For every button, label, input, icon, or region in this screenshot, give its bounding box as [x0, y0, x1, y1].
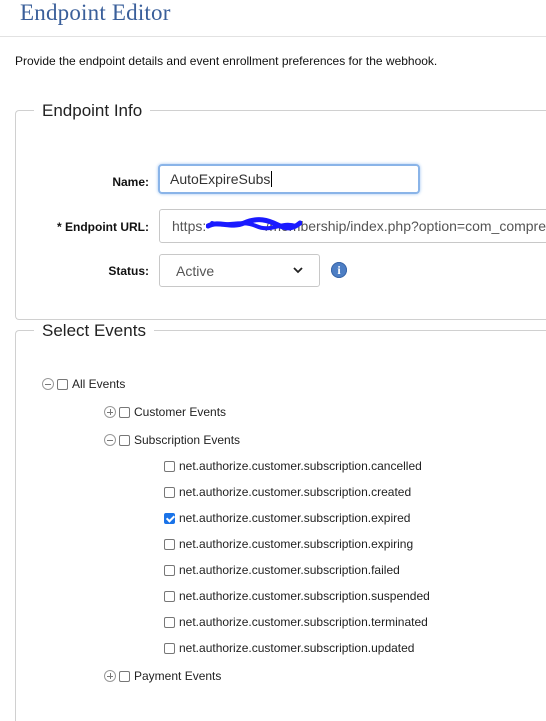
event-checkbox[interactable]: [164, 616, 175, 628]
event-checkbox-checked[interactable]: [164, 512, 175, 524]
intro-text: Provide the endpoint details and event e…: [15, 54, 438, 68]
expand-icon[interactable]: [104, 406, 116, 418]
tree-row-all-events: All Events: [42, 377, 125, 391]
all-events-checkbox[interactable]: [57, 378, 68, 390]
event-label: net.authorize.customer.subscription.expi…: [179, 537, 414, 551]
expand-icon[interactable]: [104, 670, 116, 682]
redaction-scribble: [206, 217, 303, 231]
event-label: net.authorize.customer.subscription.fail…: [179, 563, 400, 577]
select-events-legend: Select Events: [34, 321, 154, 341]
event-checkbox[interactable]: [164, 460, 175, 472]
event-label: net.authorize.customer.subscription.upda…: [179, 641, 415, 655]
tree-row-payment-events: Payment Events: [104, 669, 221, 683]
all-events-label: All Events: [72, 377, 126, 391]
name-input[interactable]: AutoExpireSubs: [158, 164, 420, 194]
status-selected-value: Active: [176, 262, 215, 279]
event-item: net.authorize.customer.subscription.crea…: [164, 485, 411, 499]
url-prefix: https:: [172, 218, 207, 234]
event-label: net.authorize.customer.subscription.susp…: [179, 589, 430, 603]
tree-row-subscription-events: Subscription Events: [104, 433, 240, 447]
text-caret: [271, 171, 273, 187]
endpoint-url-input[interactable]: https: /membership/index.php?option=com_…: [159, 209, 546, 243]
event-checkbox[interactable]: [164, 590, 175, 602]
subscription-events-label: Subscription Events: [134, 433, 241, 447]
name-input-value: AutoExpireSubs: [170, 171, 271, 187]
event-item: net.authorize.customer.subscription.expi…: [164, 537, 413, 551]
payment-events-label: Payment Events: [134, 669, 222, 683]
collapse-icon[interactable]: [104, 434, 116, 446]
event-label: net.authorize.customer.subscription.term…: [179, 615, 428, 629]
name-label: Name:: [112, 175, 149, 189]
event-label: net.authorize.customer.subscription.crea…: [179, 485, 412, 499]
info-icon[interactable]: i: [331, 262, 347, 278]
event-item: net.authorize.customer.subscription.susp…: [164, 589, 430, 603]
chevron-down-icon: [293, 267, 303, 274]
status-label: Status:: [108, 264, 149, 278]
title-divider: [0, 36, 546, 37]
page-title: Endpoint Editor: [20, 0, 171, 25]
customer-events-label: Customer Events: [134, 405, 227, 419]
event-item: net.authorize.customer.subscription.canc…: [164, 459, 422, 473]
event-checkbox[interactable]: [164, 642, 175, 654]
subscription-events-checkbox[interactable]: [119, 434, 130, 446]
event-item: net.authorize.customer.subscription.term…: [164, 615, 428, 629]
url-rest: /membership/index.php?option=com_compre: [265, 218, 546, 234]
event-checkbox[interactable]: [164, 564, 175, 576]
endpoint-url-label: * Endpoint URL:: [57, 220, 149, 234]
payment-events-checkbox[interactable]: [119, 670, 130, 682]
event-checkbox[interactable]: [164, 486, 175, 498]
event-checkbox[interactable]: [164, 538, 175, 550]
customer-events-checkbox[interactable]: [119, 406, 130, 418]
event-label: net.authorize.customer.subscription.expi…: [179, 511, 411, 525]
endpoint-info-legend: Endpoint Info: [34, 101, 151, 121]
collapse-icon[interactable]: [42, 378, 54, 390]
status-select[interactable]: Active: [159, 254, 320, 287]
event-item: net.authorize.customer.subscription.fail…: [164, 563, 400, 577]
tree-row-customer-events: Customer Events: [104, 405, 226, 419]
event-label: net.authorize.customer.subscription.canc…: [179, 459, 422, 473]
event-item: net.authorize.customer.subscription.expi…: [164, 511, 410, 525]
event-item: net.authorize.customer.subscription.upda…: [164, 641, 414, 655]
